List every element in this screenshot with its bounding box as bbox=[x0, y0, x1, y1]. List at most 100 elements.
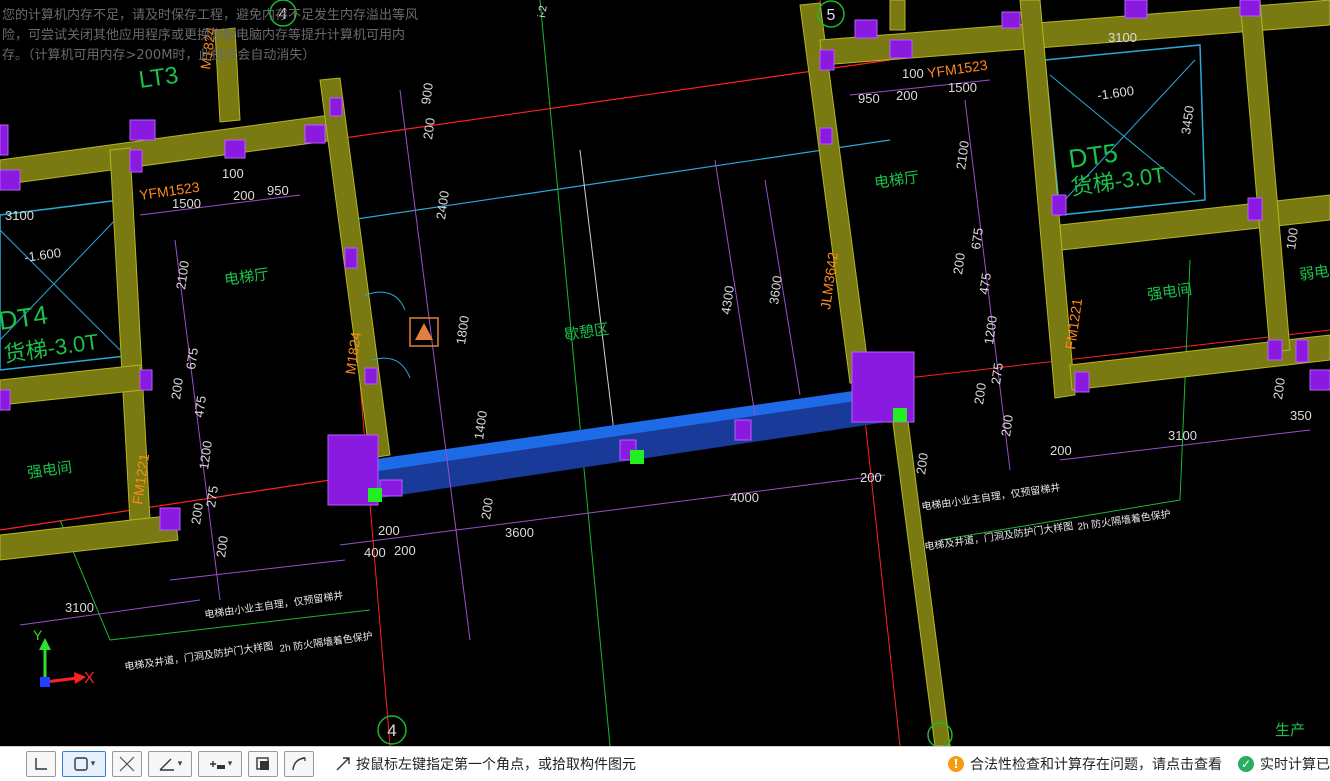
room-label: 强电间 bbox=[1146, 281, 1193, 304]
dim-text: 3100 bbox=[65, 600, 94, 615]
dim-text: 200 bbox=[420, 117, 438, 141]
level-label: -1.600 bbox=[23, 245, 62, 265]
dim-text: 200 bbox=[860, 470, 882, 485]
dim-text: 200 bbox=[478, 497, 496, 521]
dim-text: 2100 bbox=[173, 260, 192, 291]
command-hint: 按鼠标左键指定第一个角点，或拾取构件图元 bbox=[356, 757, 636, 773]
dim-text: 2100 bbox=[953, 140, 972, 171]
note-text: 电梯由小业主自理，仅预留梯井 bbox=[204, 589, 344, 621]
document-button[interactable] bbox=[248, 751, 278, 777]
dim-text: 475 bbox=[976, 272, 994, 296]
orthogonal-icon bbox=[35, 758, 47, 770]
dim-text: 100 bbox=[1283, 227, 1301, 251]
dim-text: 950 bbox=[858, 91, 880, 106]
dropdown-arrow-icon: ▾ bbox=[90, 759, 96, 769]
rectangle-icon bbox=[74, 757, 88, 771]
dim-text: 900 bbox=[418, 82, 436, 106]
room-label: 电梯厅 bbox=[223, 266, 270, 289]
document-icon bbox=[256, 757, 269, 770]
dim-text: 4000 bbox=[730, 490, 759, 505]
dim-text: 3600 bbox=[766, 275, 785, 306]
cad-viewport[interactable]: 4 5 4 i-2 电梯厅 电梯厅 歇憩区 强电间 强电间 弱电间 生产 DT4… bbox=[0, 0, 1330, 746]
dim-text: 400 bbox=[364, 545, 386, 560]
check-icon[interactable]: ✓ bbox=[1238, 756, 1254, 772]
dim-text: 200 bbox=[896, 88, 918, 103]
dim-text: 350 bbox=[1290, 408, 1312, 423]
dim-text: 1200 bbox=[981, 315, 1000, 346]
rect-select-button[interactable]: ▾ bbox=[62, 751, 106, 777]
warning-icon[interactable]: ! bbox=[948, 756, 964, 772]
door-label: YFM1523 bbox=[926, 57, 989, 81]
axis-label-top-5: 5 bbox=[827, 7, 836, 24]
cross-icon bbox=[119, 756, 135, 772]
dim-text: 200 bbox=[1050, 443, 1072, 458]
note-text: 电梯及井道，门洞及防护门大样图 bbox=[124, 639, 274, 673]
dim-text: 475 bbox=[191, 395, 209, 419]
ucs-icon: Y X bbox=[33, 627, 95, 687]
dim-text: 1200 bbox=[196, 440, 215, 471]
dim-text: 200 bbox=[971, 382, 989, 406]
room-label: 生产 bbox=[1275, 722, 1305, 739]
room-label: 弱电间 bbox=[1298, 261, 1330, 284]
cross-select-button[interactable] bbox=[112, 751, 142, 777]
dim-text: 1400 bbox=[471, 410, 490, 441]
dim-text: 200 bbox=[1270, 377, 1288, 401]
corner-arrow-icon bbox=[336, 757, 350, 771]
cad-drawing[interactable]: 4 5 4 i-2 电梯厅 电梯厅 歇憩区 强电间 强电间 弱电间 生产 DT4… bbox=[0, 0, 1330, 746]
arc-icon bbox=[292, 757, 306, 771]
dim-text: 2400 bbox=[433, 190, 452, 221]
axis-label-bottom-4: 4 bbox=[387, 721, 396, 740]
insert-icon bbox=[209, 761, 225, 769]
memory-warning-line: 您的计算机内存不足，请及时保存工程，避免内存不足发生内存溢出等风 bbox=[2, 8, 419, 23]
dim-text: 275 bbox=[988, 362, 1006, 386]
dim-text: 200 bbox=[394, 543, 416, 558]
dim-text: 200 bbox=[188, 502, 206, 526]
dim-text: 200 bbox=[998, 414, 1016, 438]
note-text: 电梯及井道，门洞及防护门大样图 bbox=[924, 519, 1074, 553]
ucs-x-label: X bbox=[84, 670, 95, 687]
note-text: 2h 防火隔墙着色保护 bbox=[1077, 507, 1172, 533]
dim-text: 3600 bbox=[505, 525, 534, 540]
angle-icon bbox=[159, 758, 174, 771]
dim-text: 4300 bbox=[718, 285, 737, 316]
validation-warning-link[interactable]: 合法性检查和计算存在问题，请点击查看 bbox=[970, 754, 1222, 774]
dim-text: 950 bbox=[267, 183, 289, 198]
dropdown-arrow-icon: ▾ bbox=[227, 759, 233, 769]
note-text: 2h 防火隔墙着色保护 bbox=[279, 629, 374, 655]
insert-button[interactable]: ▾ bbox=[198, 751, 242, 777]
dim-text: 3100 bbox=[1168, 428, 1197, 443]
level-label: -1.600 bbox=[1096, 83, 1135, 103]
dim-text: 100 bbox=[222, 166, 244, 181]
room-label: 电梯厅 bbox=[873, 169, 920, 192]
dim-text: 1500 bbox=[172, 196, 201, 211]
room-label: 强电间 bbox=[26, 459, 73, 482]
dim-text: 3100 bbox=[1108, 30, 1137, 45]
shaft-label-dt4: DT4 bbox=[0, 299, 49, 336]
dim-text: 200 bbox=[168, 377, 186, 401]
dim-text: 200 bbox=[233, 188, 255, 203]
memory-warning-line: 存。（计算机可用内存>200M时，此提示会自动消失） bbox=[2, 48, 316, 63]
dim-text: 100 bbox=[902, 66, 924, 81]
note-text: 电梯由小业主自理，仅预留梯井 bbox=[921, 481, 1061, 513]
dropdown-arrow-icon: ▾ bbox=[177, 759, 183, 769]
memory-warning-line: 险，可尝试关闭其他应用程序或更换高配电脑内存等提升计算机可用内 bbox=[2, 28, 406, 43]
status-bar: ▾ ▾ ▾ 按鼠标左键指定第一个角点，或拾取构件图元 ! 合法性检查和计算存在问… bbox=[0, 746, 1330, 781]
axis-label-top-i2: i-2 bbox=[536, 5, 550, 19]
ucs-y-label: Y bbox=[33, 627, 43, 643]
dim-text: 3100 bbox=[5, 208, 34, 223]
dim-text: 675 bbox=[183, 347, 201, 371]
arc-button[interactable] bbox=[284, 751, 314, 777]
dim-text: 200 bbox=[913, 452, 931, 476]
angle-button[interactable]: ▾ bbox=[148, 751, 192, 777]
orthogonal-button[interactable] bbox=[26, 751, 56, 777]
dim-text: 1500 bbox=[948, 80, 977, 95]
dim-text: 1800 bbox=[453, 315, 472, 346]
realtime-calc-status[interactable]: 实时计算已 bbox=[1260, 754, 1330, 774]
dim-text: 3450 bbox=[1178, 105, 1197, 136]
memory-warning: 您的计算机内存不足，请及时保存工程，避免内存不足发生内存溢出等风 险，可尝试关闭… bbox=[2, 6, 418, 66]
dim-text: 675 bbox=[968, 227, 986, 251]
dim-text: 200 bbox=[213, 535, 231, 559]
dim-text: 200 bbox=[378, 523, 400, 538]
dim-text: 200 bbox=[950, 252, 968, 276]
stair-label-lt3: LT3 bbox=[137, 62, 180, 94]
